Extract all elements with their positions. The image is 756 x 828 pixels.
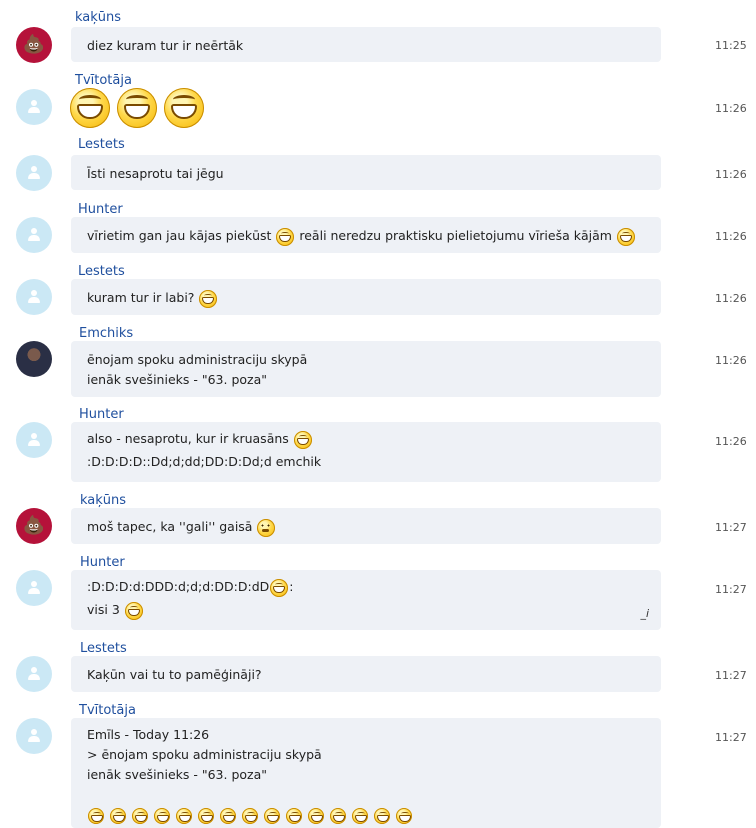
message-text: reāli neredzu praktisku pielietojumu vīr…	[299, 228, 612, 243]
grin-emoticon-icon	[199, 289, 218, 308]
avatar[interactable]	[16, 341, 52, 377]
grin-emoticon-icon	[164, 88, 205, 128]
message-text: vīrietim gan jau kājas piekūst	[87, 228, 272, 243]
grin-emoticon-icon	[395, 807, 412, 824]
message-text: :	[289, 579, 294, 594]
message-bubble[interactable]: vīrietim gan jau kājas piekūst reāli ner…	[71, 217, 661, 253]
author-name[interactable]: Tvītotāja	[75, 73, 132, 88]
message-time: 11:26	[715, 168, 747, 181]
message-time: 11:26	[715, 230, 747, 243]
message-bubble[interactable]: kuram tur ir labi?	[71, 279, 661, 315]
author-name[interactable]: kaķūns	[80, 493, 126, 508]
message-time: 11:26	[715, 102, 747, 115]
message-bubble[interactable]: diez kuram tur ir neērtāk	[71, 27, 661, 62]
message-bubble[interactable]: Kaķūn vai tu to pamēģināji?	[71, 656, 661, 692]
grin-emoticon-icon	[293, 430, 312, 449]
author-name[interactable]: Hunter	[78, 202, 123, 217]
person-icon	[27, 166, 41, 180]
grin-emoticon-icon	[70, 88, 110, 128]
grin-emoticon-icon	[307, 807, 324, 824]
grin-emoticon-icon	[351, 807, 368, 824]
message-text: visi 3	[87, 602, 120, 617]
message-time: 11:27	[715, 731, 747, 744]
author-name[interactable]: Hunter	[79, 407, 124, 422]
author-name[interactable]: Lestets	[80, 641, 127, 656]
author-name[interactable]: kaķūns	[75, 10, 121, 25]
person-icon	[27, 581, 41, 595]
author-name[interactable]: Lestets	[78, 137, 125, 152]
grin-emoticon-icon	[153, 807, 170, 824]
message-bubble[interactable]: Emīls - Today 11:26 > ēnojam spoku admin…	[71, 718, 661, 828]
avatar[interactable]	[16, 656, 52, 692]
message-text: :D:D:D:D::Dd;d;dd;DD:D:Dd;d emchik	[87, 454, 322, 469]
message-bubble[interactable]: Īsti nesaprotu tai jēgu	[71, 155, 661, 190]
message-text: diez kuram tur ir neērtāk	[87, 38, 244, 53]
grin-emoticon-icon	[241, 807, 258, 824]
confused-emoticon-icon	[257, 518, 276, 537]
grin-emoticon-icon	[131, 807, 148, 824]
grin-emoticon-icon	[285, 807, 302, 824]
avatar[interactable]	[16, 718, 52, 754]
author-name[interactable]: Emchiks	[79, 326, 133, 341]
grin-emoticon-icon	[124, 601, 143, 620]
grin-emoticon-icon	[329, 807, 346, 824]
avatar[interactable]	[16, 89, 52, 125]
avatar[interactable]: 💩	[16, 27, 52, 63]
author-name[interactable]: Lestets	[78, 264, 125, 279]
message-bubble[interactable]: also - nesaprotu, kur ir kruasāns :D:D:D…	[71, 422, 661, 482]
message-text: also - nesaprotu, kur ir kruasāns	[87, 431, 289, 446]
avatar[interactable]	[16, 217, 52, 253]
message-text: Īsti nesaprotu tai jēgu	[87, 166, 224, 181]
message-time: 11:27	[715, 521, 747, 534]
person-icon	[27, 290, 41, 304]
grin-emoticon-icon	[117, 88, 158, 128]
message-text: > ēnojam spoku administraciju skypā	[87, 747, 322, 762]
message-text: ēnojam spoku administraciju skypā	[87, 352, 308, 367]
person-icon	[27, 228, 41, 242]
avatar[interactable]	[16, 279, 52, 315]
poop-icon: 💩	[22, 34, 46, 55]
message-time: 11:27	[715, 583, 747, 596]
poop-icon: 💩	[22, 515, 46, 536]
grin-emoticon-icon	[109, 807, 126, 824]
person-icon	[27, 433, 41, 447]
grin-emoticon-icon	[276, 227, 295, 246]
avatar[interactable]	[16, 155, 52, 191]
grin-emoticon-icon	[263, 807, 280, 824]
grin-emoticon-icon	[175, 807, 192, 824]
emoticon-row	[87, 805, 645, 825]
person-icon	[27, 100, 41, 114]
message-time: 11:25	[715, 39, 747, 52]
message-time: 11:26	[715, 354, 747, 367]
message-time: 11:27	[715, 669, 747, 682]
message-text: Kaķūn vai tu to pamēģināji?	[87, 667, 262, 682]
avatar[interactable]: 💩	[16, 508, 52, 544]
emoticon-row	[69, 88, 205, 128]
message-bubble[interactable]: moš tapec, ka ''gali'' gaisā	[71, 508, 661, 544]
author-name[interactable]: Tvītotāja	[79, 703, 136, 718]
grin-emoticon-icon	[219, 807, 236, 824]
grin-emoticon-icon	[373, 807, 390, 824]
message-bubble[interactable]: ēnojam spoku administraciju skypā ienāk …	[71, 341, 661, 397]
message-time: 11:26	[715, 292, 747, 305]
message-time: 11:26	[715, 435, 747, 448]
message-text: :D:D:D:d:DDD:d;d;d:DD:D:dD	[87, 579, 270, 594]
avatar[interactable]	[16, 570, 52, 606]
person-icon	[27, 729, 41, 743]
grin-emoticon-icon	[616, 227, 635, 246]
grin-emoticon-icon	[88, 807, 104, 824]
message-text: kuram tur ir labi?	[87, 290, 195, 305]
message-text: moš tapec, ka ''gali'' gaisā	[87, 519, 253, 534]
message-bubble[interactable]: :D:D:D:d:DDD:d;d;d:DD:D:dD: visi 3 _i	[71, 570, 661, 630]
person-icon	[27, 667, 41, 681]
grin-emoticon-icon	[270, 578, 289, 597]
author-name[interactable]: Hunter	[80, 555, 125, 570]
grin-emoticon-icon	[197, 807, 214, 824]
avatar[interactable]	[16, 422, 52, 458]
edited-icon[interactable]: _i	[640, 604, 649, 624]
message-text: ienāk svešinieks - "63. poza"	[87, 372, 267, 387]
quote-header: Emīls - Today 11:26	[87, 727, 210, 742]
message-text: ienāk svešinieks - "63. poza"	[87, 767, 267, 782]
